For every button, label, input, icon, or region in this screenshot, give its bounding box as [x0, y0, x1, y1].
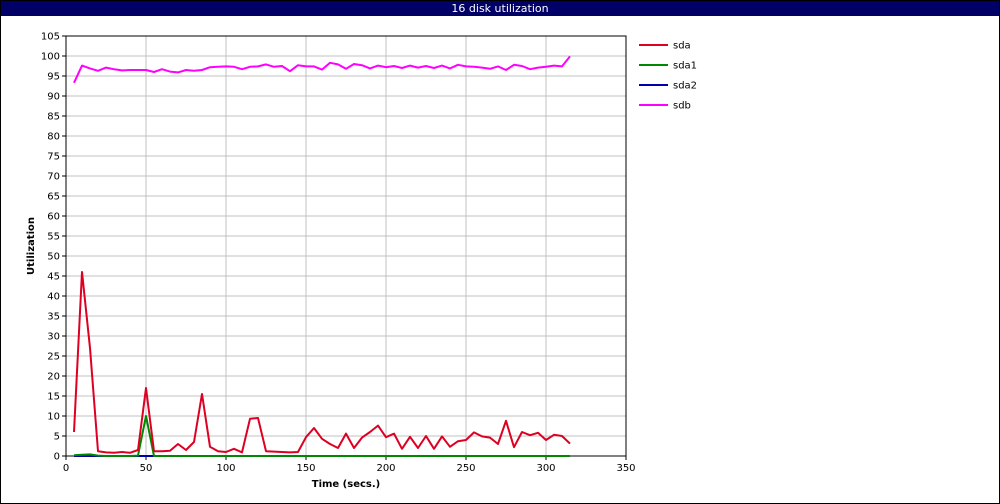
legend-label-sdb: sdb	[673, 101, 691, 112]
legend-label-sda2: sda2	[673, 81, 697, 92]
y-tick-label: 85	[47, 112, 60, 123]
y-tick-label: 0	[54, 452, 60, 463]
y-tick-label: 65	[47, 192, 60, 203]
x-tick-label: 50	[140, 463, 153, 474]
chart-title: 16 disk utilization	[1, 1, 999, 16]
x-axis-label: Time (secs.)	[312, 479, 381, 490]
y-tick-label: 55	[47, 232, 60, 243]
y-tick-label: 45	[47, 272, 60, 283]
y-tick-label: 50	[47, 252, 60, 263]
x-tick-label: 350	[616, 463, 635, 474]
legend-label-sda: sda	[673, 41, 691, 52]
x-tick-label: 150	[296, 463, 315, 474]
y-tick-label: 15	[47, 392, 60, 403]
y-tick-label: 90	[47, 92, 60, 103]
legend: sda sda1 sda2 sdb	[639, 41, 697, 112]
y-tick-label: 20	[47, 372, 60, 383]
y-tick-label: 10	[47, 412, 60, 423]
plot-area-border	[65, 35, 627, 457]
y-axis-label: Utilization	[26, 217, 37, 275]
y-tick-label: 40	[47, 292, 60, 303]
y-tick-label: 95	[47, 72, 60, 83]
x-tick-label: 300	[536, 463, 555, 474]
y-tick-label: 5	[54, 432, 60, 443]
x-tick-label: 0	[63, 463, 69, 474]
y-tick-label: 70	[47, 172, 60, 183]
x-tick-label: 100	[216, 463, 235, 474]
grid	[65, 35, 627, 457]
chart-window: 16 disk utilization 0 50 100 150 200 250 300 35…	[0, 0, 1000, 504]
x-tick-label: 200	[376, 463, 395, 474]
y-tick-label: 60	[47, 212, 60, 223]
x-tick-label: 250	[456, 463, 475, 474]
series-line-sdb	[73, 55, 571, 84]
chart-canvas: 0 50 100 150 200 250 300 350 0 5 10 15 20 25 30 35 40 45 5…	[26, 32, 697, 491]
legend-label-sda1: sda1	[673, 61, 697, 72]
y-tick-label: 25	[47, 352, 60, 363]
y-tick-label: 100	[41, 52, 60, 63]
y-tick-label: 75	[47, 152, 60, 163]
y-tick-label: 35	[47, 312, 60, 323]
y-tick-label: 80	[47, 132, 60, 143]
y-tick-label: 30	[47, 332, 60, 343]
y-tick-label: 105	[41, 32, 60, 43]
